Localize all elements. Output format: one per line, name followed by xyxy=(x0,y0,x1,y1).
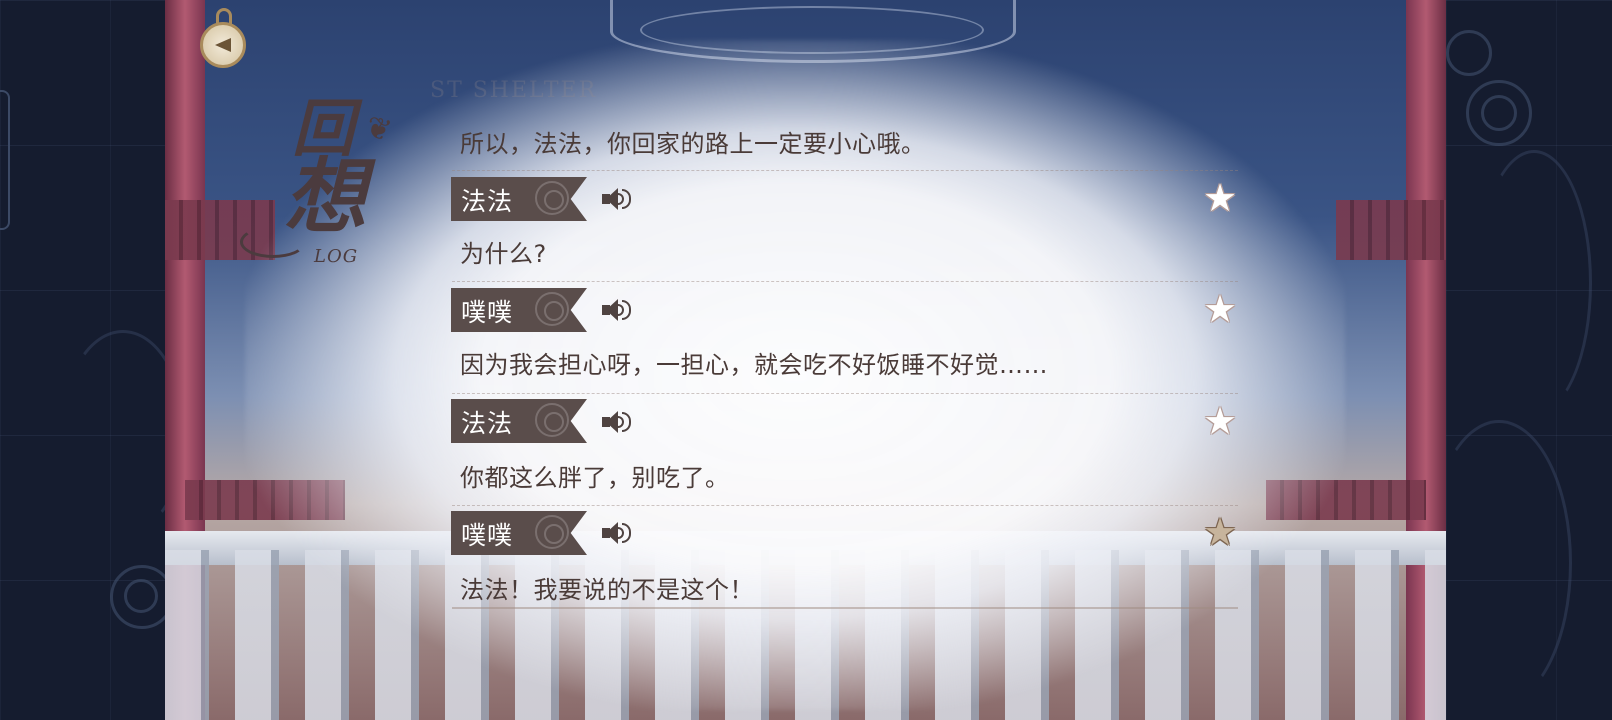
favorite-star-button[interactable]: ★ xyxy=(1202,179,1238,217)
log-divider xyxy=(452,393,1238,394)
speaker-name: 噗噗 xyxy=(461,521,514,550)
log-line-text: 法法！我要说的不是这个！ xyxy=(460,576,754,604)
favorite-star-button[interactable]: ★ xyxy=(1202,290,1238,328)
speaker-name: 法法 xyxy=(461,409,514,438)
voice-replay-button[interactable] xyxy=(600,519,636,547)
rose-icon xyxy=(535,181,569,215)
side-drawer-tab[interactable] xyxy=(0,90,10,230)
speaker-tag: 噗噗 xyxy=(451,511,587,555)
star-icon: ★ xyxy=(1202,399,1238,443)
voice-replay-button[interactable] xyxy=(600,296,636,324)
compass-back-button[interactable] xyxy=(188,8,260,68)
rose-decoration xyxy=(1446,30,1492,76)
voice-replay-button[interactable] xyxy=(600,185,636,213)
rose-icon xyxy=(535,292,569,326)
speaker-name: 法法 xyxy=(461,187,514,216)
favorite-star-button-active[interactable]: ★ xyxy=(1202,513,1238,551)
star-icon: ★ xyxy=(1202,176,1238,220)
log-line-text: 所以，法法，你回家的路上一定要小心哦。 xyxy=(460,130,926,158)
log-divider xyxy=(452,170,1238,171)
right-side-panel xyxy=(1446,0,1612,720)
arrow-left-icon xyxy=(215,38,231,52)
rose-decoration xyxy=(1481,95,1517,131)
seat-rows xyxy=(1336,200,1446,260)
left-side-panel xyxy=(0,0,165,720)
butterfly-icon: ❦ xyxy=(361,109,396,150)
vine-decoration xyxy=(1476,150,1592,416)
log-line-text: 你都这么胖了，别吃了。 xyxy=(460,464,730,492)
log-line-text: 为什么? xyxy=(460,240,547,268)
title-sub: 想 xyxy=(284,149,366,245)
voice-replay-button[interactable] xyxy=(600,408,636,436)
title-en: LOG xyxy=(314,246,359,267)
speaker-tag: 噗噗 xyxy=(451,288,587,332)
speaker-name: 噗噗 xyxy=(461,298,514,327)
speaker-tag: 法法 xyxy=(451,399,587,443)
star-icon: ★ xyxy=(1202,287,1238,331)
stage-watermark: ST SHELTER xyxy=(430,78,598,103)
log-line-text: 因为我会担心呀，一担心，就会吃不好饭睡不好觉…… xyxy=(460,351,1048,379)
speaker-tag: 法法 xyxy=(451,177,587,221)
rose-icon xyxy=(535,515,569,549)
log-divider xyxy=(452,281,1238,282)
star-icon: ★ xyxy=(1202,510,1238,554)
favorite-star-button[interactable]: ★ xyxy=(1202,402,1238,440)
log-title: 回 想 ❦ LOG xyxy=(240,98,420,268)
log-divider xyxy=(452,505,1238,506)
rose-decoration xyxy=(124,579,158,613)
log-bottom-divider xyxy=(452,607,1238,609)
rose-icon xyxy=(535,403,569,437)
